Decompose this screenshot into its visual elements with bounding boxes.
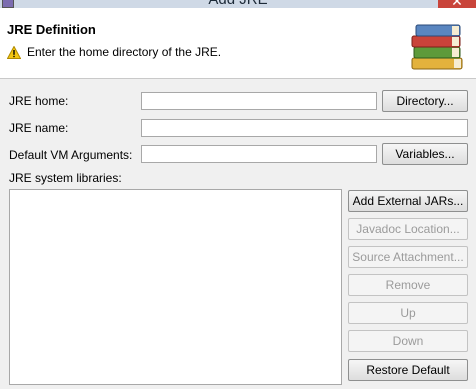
remove-button[interactable]: Remove xyxy=(348,274,468,296)
page-title: JRE Definition xyxy=(7,22,96,37)
variables-button[interactable]: Variables... xyxy=(382,143,468,165)
close-button[interactable]: ✕ xyxy=(438,0,476,8)
warning-icon xyxy=(7,45,21,59)
status-message: Enter the home directory of the JRE. xyxy=(7,45,221,59)
jre-name-input[interactable] xyxy=(141,119,468,137)
source-attachment-button[interactable]: Source Attachment... xyxy=(348,246,468,268)
status-message-text: Enter the home directory of the JRE. xyxy=(27,45,222,59)
libraries-list[interactable] xyxy=(9,189,342,385)
restore-default-button[interactable]: Restore Default xyxy=(348,359,468,381)
books-icon xyxy=(411,24,463,70)
title-bar: Add JRE ✕ xyxy=(0,0,476,8)
jre-home-label: JRE home: xyxy=(9,94,69,108)
jre-name-label: JRE name: xyxy=(9,121,69,135)
libraries-label: JRE system libraries: xyxy=(9,171,122,185)
javadoc-location-button[interactable]: Javadoc Location... xyxy=(348,218,468,240)
up-button[interactable]: Up xyxy=(348,302,468,324)
down-button[interactable]: Down xyxy=(348,330,468,352)
add-external-jars-button[interactable]: Add External JARs... xyxy=(348,190,468,212)
vm-arguments-label: Default VM Arguments: xyxy=(9,148,133,162)
window-title: Add JRE xyxy=(0,0,476,8)
jre-home-input[interactable] xyxy=(141,92,377,110)
directory-button[interactable]: Directory... xyxy=(382,90,468,112)
vm-arguments-input[interactable] xyxy=(141,145,377,163)
dialog-header: JRE Definition Enter the home directory … xyxy=(0,8,476,79)
